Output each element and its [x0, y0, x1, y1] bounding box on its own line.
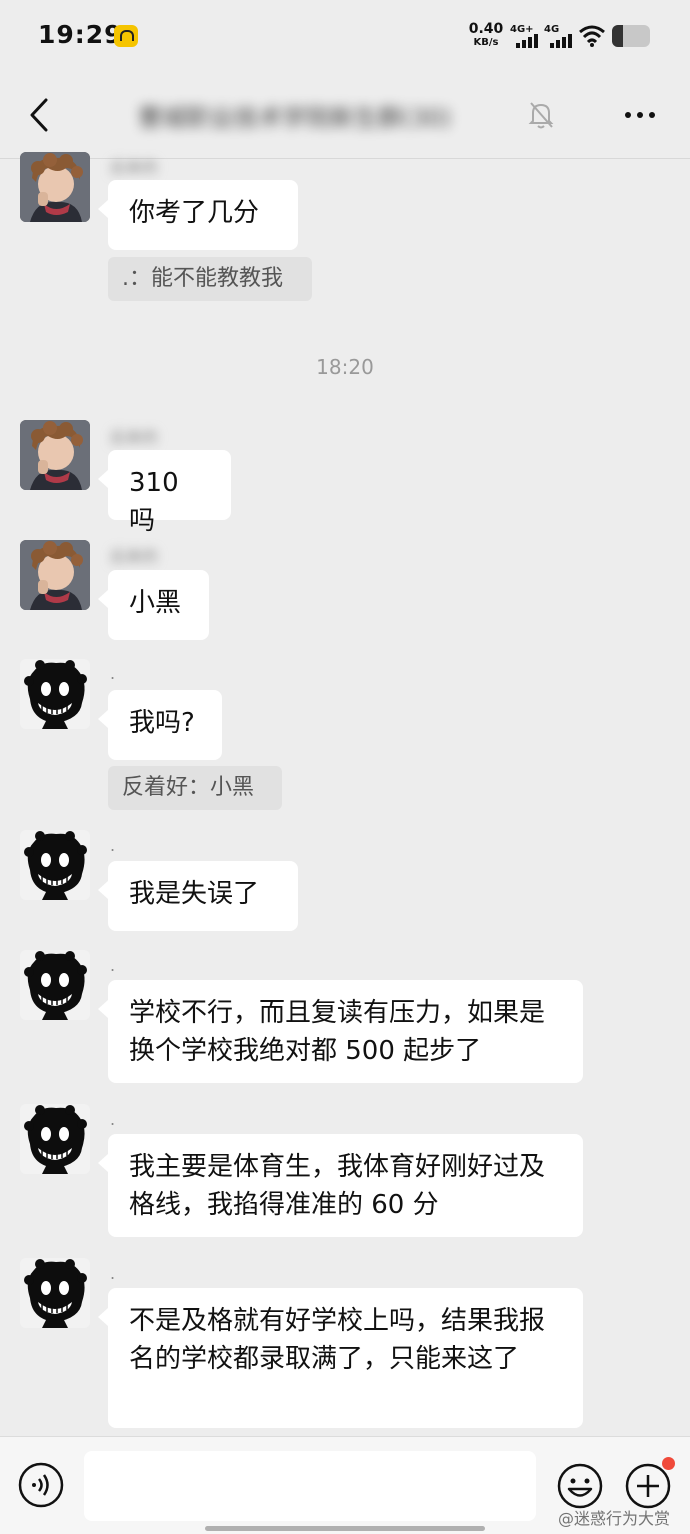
avatar[interactable]	[20, 152, 90, 222]
voice-input-icon[interactable]	[18, 1462, 64, 1508]
message-bubble[interactable]: 我是失误了	[98, 861, 298, 931]
avatar[interactable]	[20, 830, 90, 900]
mute-bell-icon	[528, 102, 554, 129]
sender-name: .	[110, 1264, 116, 1283]
avatar[interactable]	[20, 1104, 90, 1174]
avatar[interactable]	[20, 540, 90, 610]
network-speed: 0.40 KB/s	[468, 22, 504, 50]
signal-label-1: 4G+	[510, 24, 534, 35]
network-speed-unit: KB/s	[473, 37, 499, 48]
avatar[interactable]	[20, 659, 90, 729]
message-input[interactable]	[84, 1451, 536, 1521]
sender-name: .	[110, 1110, 116, 1129]
message-bubble[interactable]: 310 吗	[98, 450, 231, 536]
notification-dot	[662, 1457, 675, 1470]
watermark: @迷惑行为大赏	[558, 1509, 671, 1528]
quoted-reply[interactable]: 反着好：小黑	[108, 766, 282, 810]
status-time: 19:29	[38, 20, 123, 49]
message-bubble[interactable]: 不是及格就有好学校上吗，结果我报名的学校都录取满了，只能来这了	[98, 1288, 583, 1428]
signal-label-2: 4G	[544, 24, 560, 35]
chat-title: 曹城职业技术学院新生群(30)	[138, 104, 452, 132]
chat-timestamp: 18:20	[316, 355, 374, 379]
signal-icon-2: 4G	[544, 24, 574, 50]
sender-name: 后来的	[110, 158, 159, 177]
message-bubble[interactable]: 我主要是体育生，我体育好刚好过及格线，我掐得准准的 60 分	[98, 1134, 583, 1237]
sender-name: .	[110, 836, 116, 855]
quoted-reply[interactable]: .：能不能教教我	[108, 257, 312, 301]
wifi-icon	[579, 25, 605, 47]
message-bubble[interactable]: 学校不行，而且复读有压力，如果是换个学校我绝对都 500 起步了	[98, 980, 583, 1083]
emoji-icon[interactable]	[556, 1462, 604, 1510]
battery-icon	[612, 25, 650, 47]
status-bar: 19:29 0.40 KB/s 4G+ 4G	[0, 0, 690, 72]
network-speed-value: 0.40	[468, 21, 504, 37]
message-bubble[interactable]: 我吗?	[98, 690, 222, 760]
message-bubble[interactable]: 你考了几分	[98, 180, 298, 250]
sender-name: .	[110, 956, 116, 975]
avatar[interactable]	[20, 1258, 90, 1328]
sender-name: 后来的	[110, 428, 159, 447]
sender-name: .	[110, 664, 116, 683]
more-options-icon[interactable]	[620, 100, 660, 130]
message-bubble[interactable]: 小黑	[98, 570, 209, 640]
avatar[interactable]	[20, 950, 90, 1020]
back-icon[interactable]	[24, 96, 58, 134]
home-indicator[interactable]	[205, 1526, 485, 1531]
sender-name: 后来的	[110, 547, 159, 566]
avatar[interactable]	[20, 420, 90, 490]
signal-icon-1: 4G+	[510, 24, 540, 50]
app-notification-icon	[114, 25, 138, 47]
chat-header: 曹城职业技术学院新生群(30)	[0, 72, 690, 159]
